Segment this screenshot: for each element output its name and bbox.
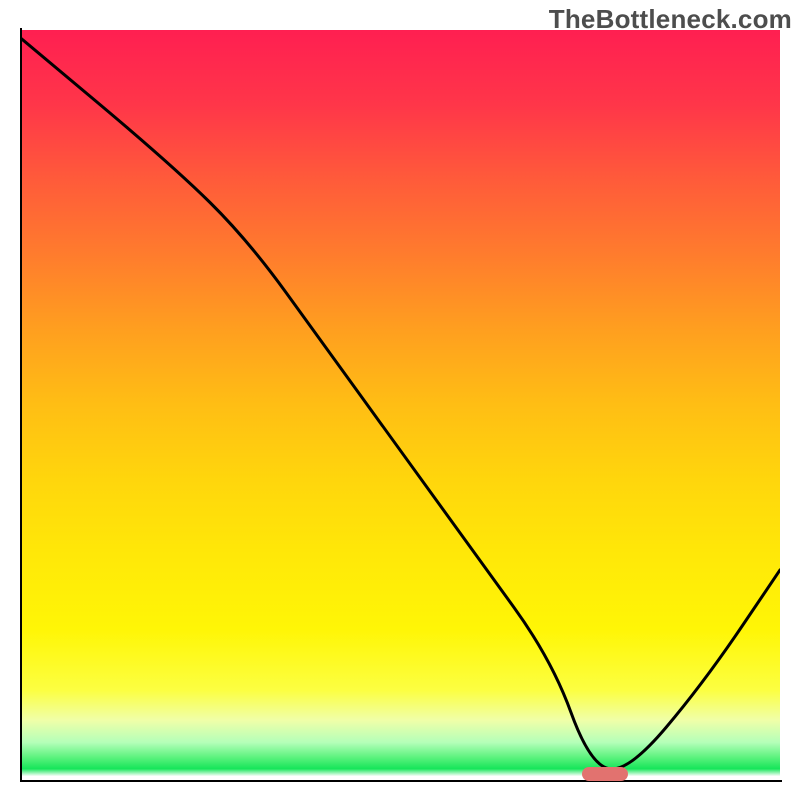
curve-layer xyxy=(20,30,780,780)
bottleneck-curve xyxy=(20,38,780,770)
chart-container: TheBottleneck.com xyxy=(0,0,800,800)
x-axis xyxy=(20,780,782,782)
optimal-marker xyxy=(582,767,628,781)
